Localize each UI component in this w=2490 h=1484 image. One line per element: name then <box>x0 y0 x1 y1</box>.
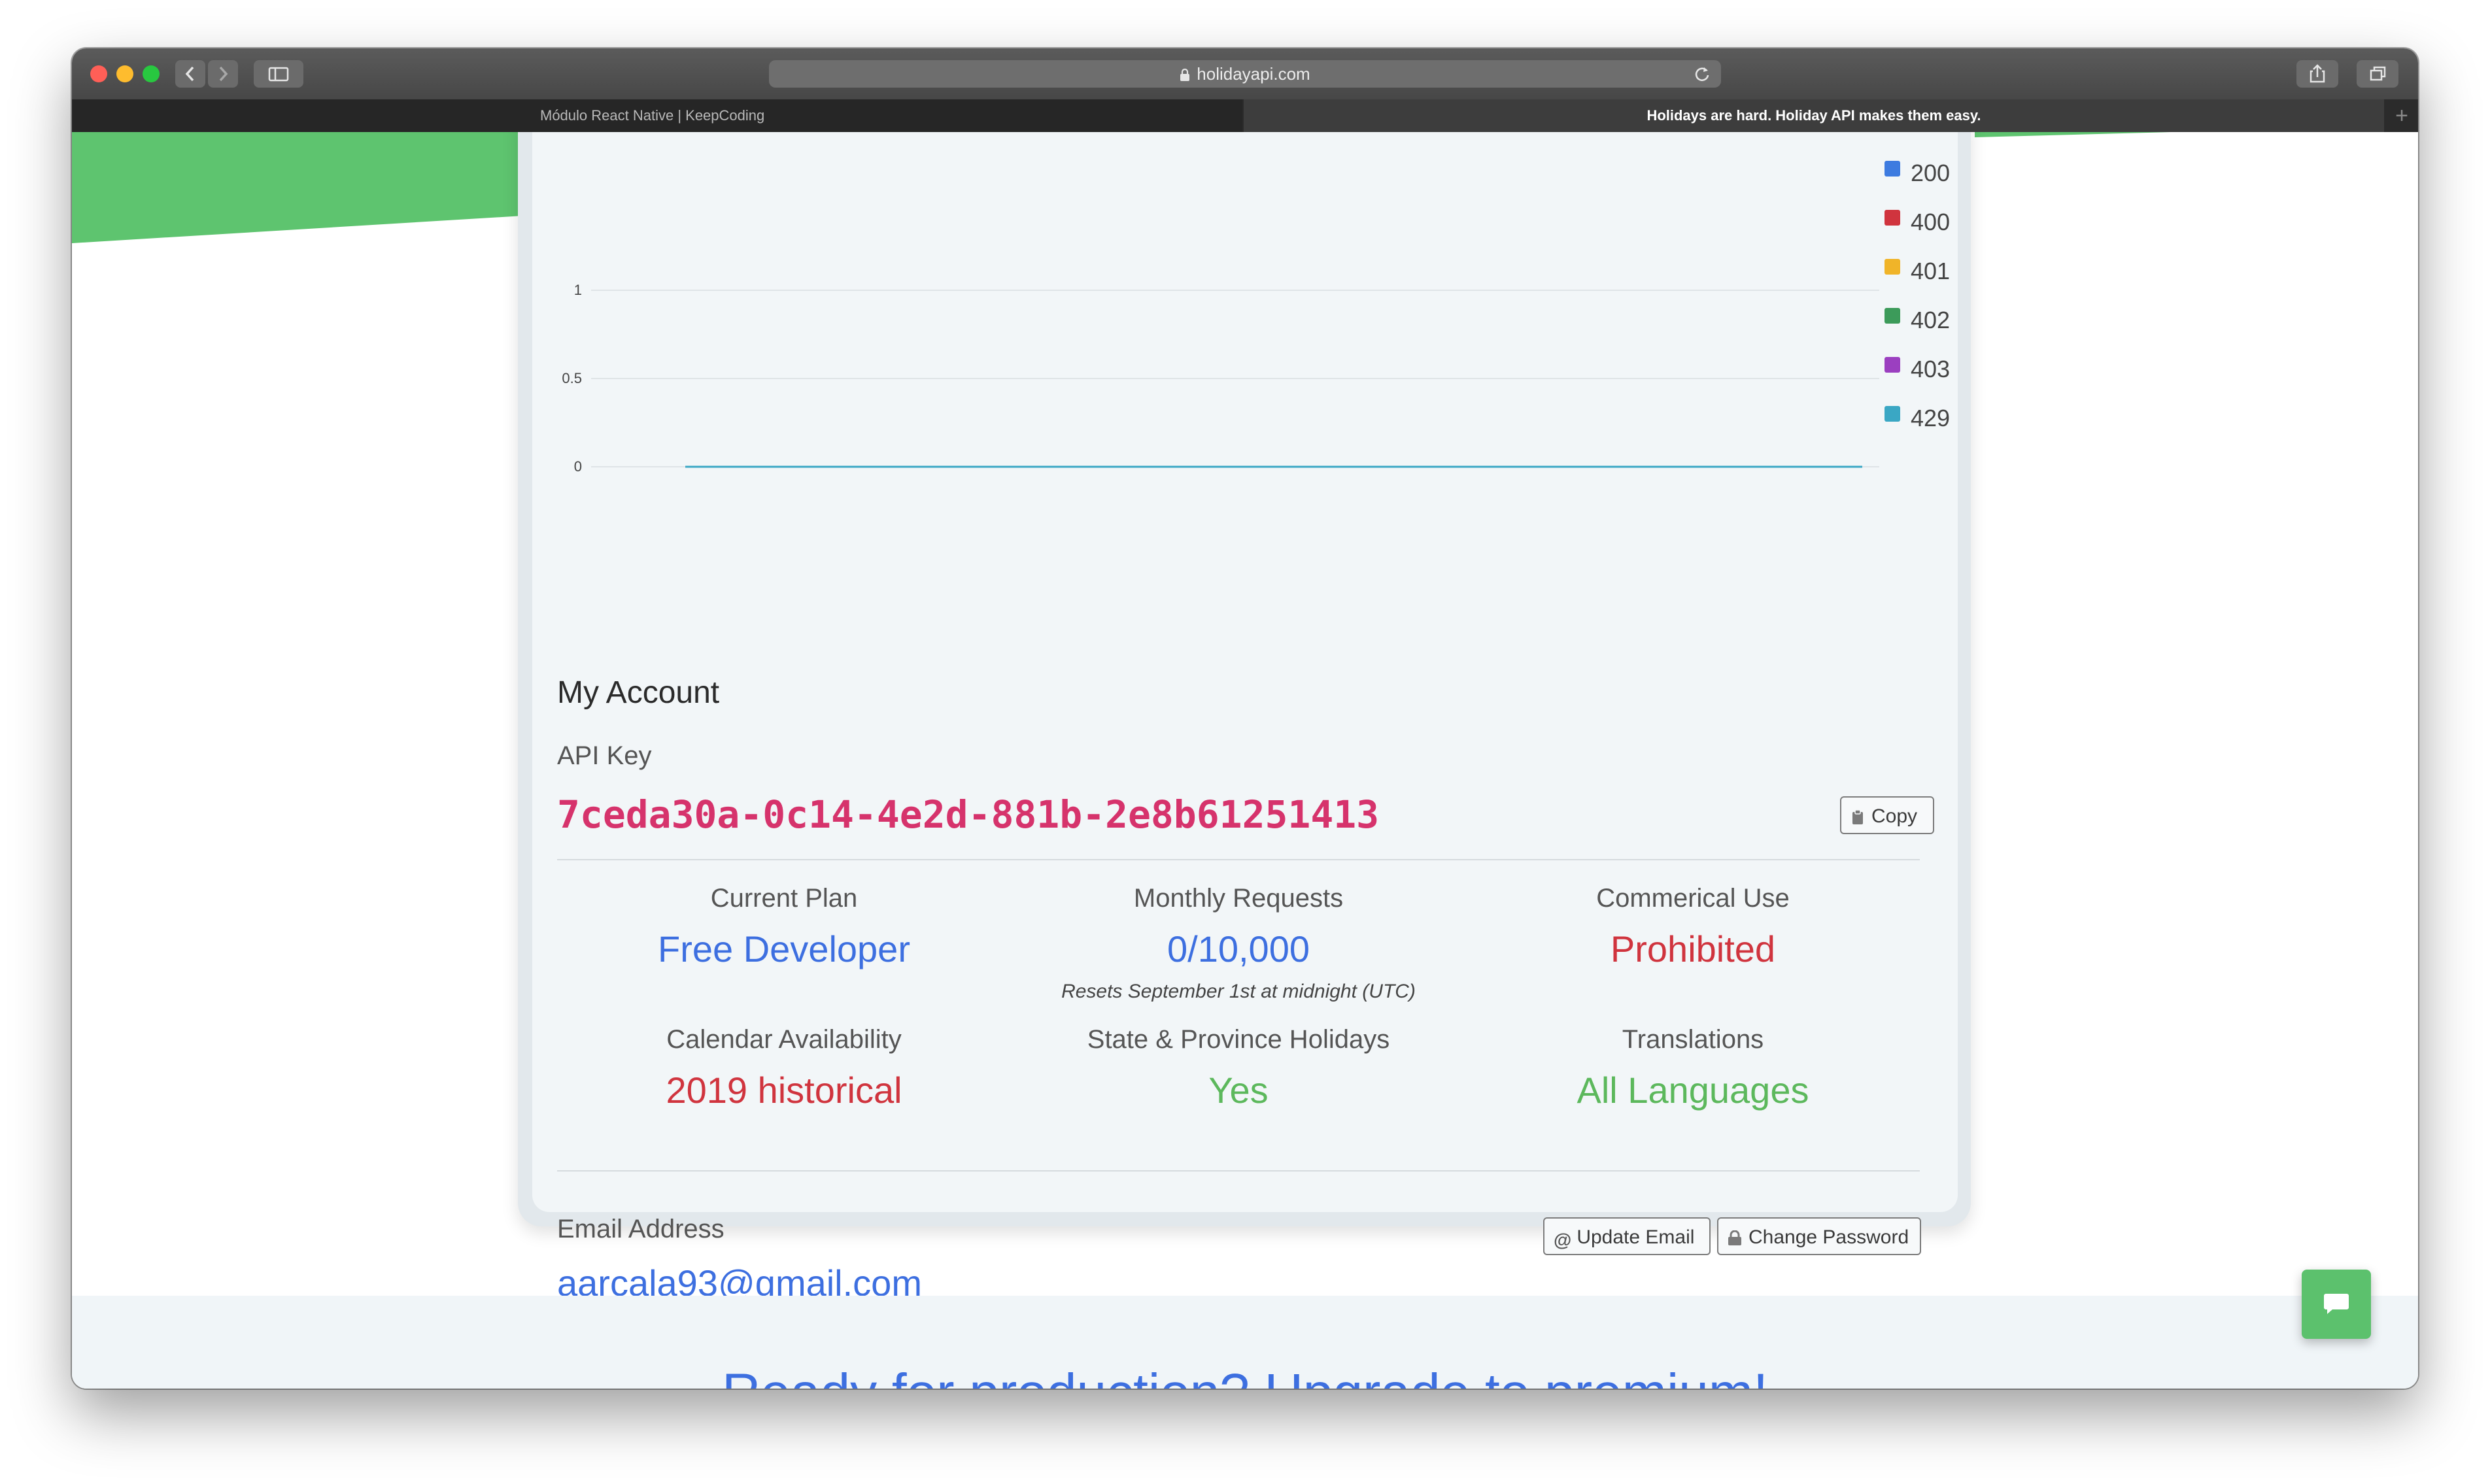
share-icon <box>2310 64 2325 83</box>
address-bar[interactable]: holidayapi.com <box>769 60 1721 88</box>
requests-chart: 10.50-0.5-17/177/197/217/237/257/277/297… <box>562 282 1879 475</box>
tab-title: Holidays are hard. Holiday API makes the… <box>1646 107 1981 124</box>
legend-swatch <box>1885 259 1900 275</box>
stat-translations: Translations All Languages <box>1466 1025 1920 1111</box>
stat-calendar-availability: Calendar Availability 2019 historical <box>557 1025 1011 1111</box>
tab-bar: Módulo React Native | KeepCoding Holiday… <box>72 99 2418 132</box>
title-bar: holidayapi.com <box>72 48 2418 101</box>
y-tick-label: 0.5 <box>562 370 582 386</box>
minimize-window-button[interactable] <box>116 65 133 82</box>
tab-holidayapi[interactable]: Holidays are hard. Holiday API makes the… <box>1244 99 2384 132</box>
url-text: holidayapi.com <box>1197 64 1310 84</box>
legend-label: 402 <box>1911 307 1951 333</box>
divider-bottom <box>557 1170 1920 1172</box>
legend-swatch <box>1885 406 1900 422</box>
stat-current-plan: Current Plan Free Developer <box>557 884 1011 970</box>
api-key-value: 7ceda30a-0c14-4e2d-881b-2e8b61251413 <box>557 792 1380 837</box>
lock-icon <box>1728 1230 1741 1245</box>
chat-bubble-icon <box>2324 1294 2349 1314</box>
back-button[interactable] <box>175 60 205 88</box>
stat-value: Yes <box>1208 1070 1269 1111</box>
legend-label: 401 <box>1911 258 1951 284</box>
my-account-heading: My Account <box>557 675 720 710</box>
tab-title: Módulo React Native | KeepCoding <box>540 107 765 124</box>
copy-button[interactable]: Copy <box>1840 796 1934 834</box>
tabs-overview-button[interactable] <box>2357 60 2398 88</box>
upgrade-heading: Ready for production? Upgrade to premium… <box>72 1362 2418 1389</box>
lock-icon <box>1180 69 1190 81</box>
stat-value: 0/10,000 <box>1167 928 1310 970</box>
stat-value: Prohibited <box>1610 928 1776 970</box>
stat-label: Current Plan <box>710 884 858 913</box>
stat-value: All Languages <box>1577 1070 1809 1111</box>
at-sign-icon: @ <box>1554 1230 1572 1250</box>
sidebar-toggle-button[interactable] <box>254 60 303 88</box>
zoom-window-button[interactable] <box>143 65 160 82</box>
legend-label: 403 <box>1911 356 1951 382</box>
stat-commercial-use: Commerical Use Prohibited <box>1466 884 1920 970</box>
change-password-button[interactable]: Change Password <box>1717 1217 1921 1255</box>
tabs-overview-icon <box>2370 66 2386 81</box>
legend-label: 400 <box>1911 209 1951 235</box>
hero-green-shape <box>72 132 523 243</box>
new-tab-button[interactable]: + <box>2385 99 2418 132</box>
stat-value: Free Developer <box>658 928 910 970</box>
sidebar-icon <box>268 67 289 82</box>
stat-state-province-holidays: State & Province Holidays Yes <box>1012 1025 1465 1111</box>
stat-value: 2019 historical <box>666 1070 902 1111</box>
stat-label: Monthly Requests <box>1133 884 1344 913</box>
legend-label: 200 <box>1911 160 1951 186</box>
stat-label: Commerical Use <box>1596 884 1790 913</box>
reload-icon[interactable] <box>1692 64 1712 84</box>
clipboard-icon <box>1852 809 1863 824</box>
api-key-label: API Key <box>557 741 652 770</box>
y-tick-label: 1 <box>574 282 582 298</box>
stat-label: Translations <box>1622 1025 1764 1054</box>
y-tick-label: 0 <box>574 458 582 475</box>
stat-note: Resets September 1st at midnight (UTC) <box>1061 981 1416 1002</box>
chat-button[interactable] <box>2302 1270 2371 1339</box>
share-button[interactable] <box>2296 60 2338 88</box>
legend-swatch <box>1885 210 1900 226</box>
legend-swatch <box>1885 161 1900 177</box>
change-password-label: Change Password <box>1748 1226 1909 1248</box>
stat-monthly-requests: Monthly Requests 0/10,000 Resets Septemb… <box>1012 884 1465 1003</box>
divider-top <box>557 859 1920 860</box>
page-content: 10.50-0.5-17/177/197/217/237/257/277/297… <box>72 132 2418 1389</box>
tab-keepcoding[interactable]: Módulo React Native | KeepCoding <box>72 99 1242 132</box>
update-email-button[interactable]: @ Update Email <box>1543 1217 1711 1255</box>
update-email-label: Update Email <box>1577 1226 1695 1248</box>
stat-label: Calendar Availability <box>666 1025 902 1054</box>
browser-window: holidayapi.com Módulo React Native | Kee… <box>72 48 2418 1389</box>
legend-label: 429 <box>1911 405 1951 431</box>
email-label: Email Address <box>557 1215 725 1243</box>
hero-green-shape-right <box>1975 132 2171 137</box>
chevron-right-icon <box>219 66 228 82</box>
account-card: 10.50-0.5-17/177/197/217/237/257/277/297… <box>532 132 1958 1304</box>
legend-swatch <box>1885 357 1900 373</box>
legend-swatch <box>1885 308 1900 324</box>
chevron-left-icon <box>185 66 194 82</box>
stat-label: State & Province Holidays <box>1087 1025 1390 1054</box>
forward-button[interactable] <box>208 60 238 88</box>
copy-label: Copy <box>1871 805 1918 827</box>
close-window-button[interactable] <box>90 65 107 82</box>
